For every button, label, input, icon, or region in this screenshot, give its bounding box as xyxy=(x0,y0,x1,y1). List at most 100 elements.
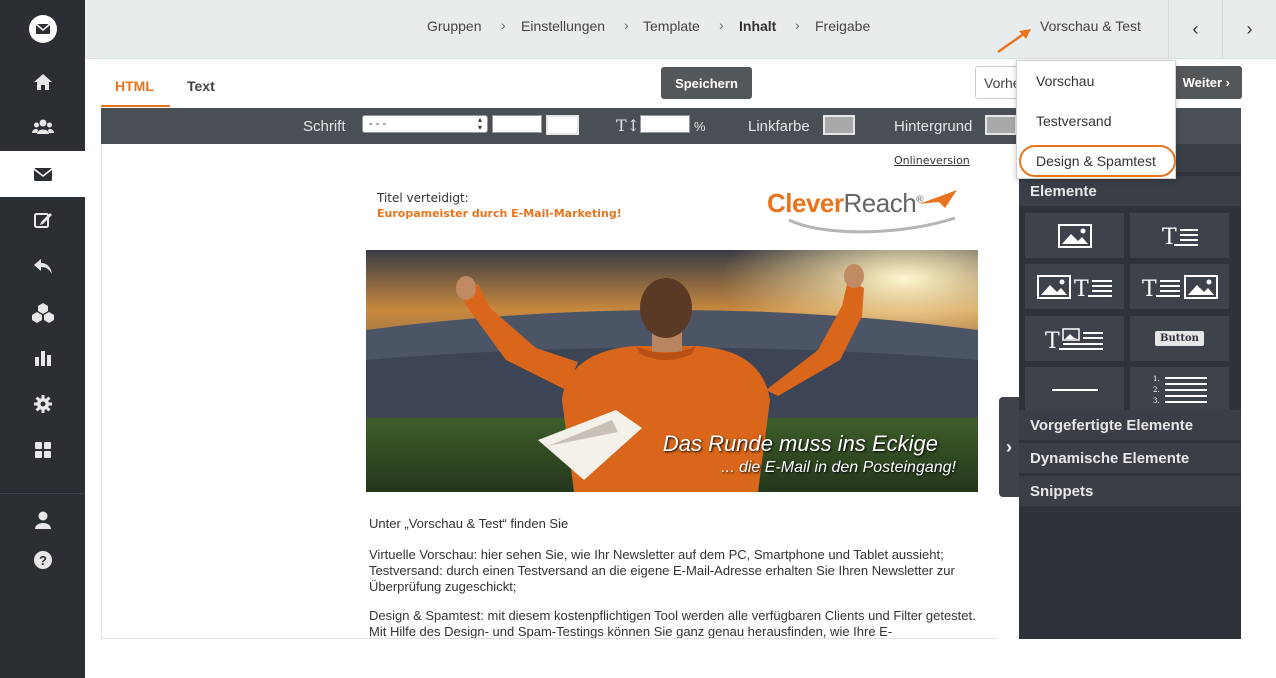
tile-button-block[interactable]: Button xyxy=(1130,316,1229,361)
tile-text-image-block[interactable]: T xyxy=(1130,264,1229,309)
breadcrumb: Gruppen › Einstellungen › Template › Inh… xyxy=(85,0,1276,59)
font-color-input[interactable] xyxy=(492,115,542,133)
prebuilt-elements-heading[interactable]: Vorgefertigte Elemente xyxy=(1019,410,1241,440)
background-label: Hintergrund xyxy=(894,118,973,135)
tile-image-block[interactable] xyxy=(1025,213,1124,258)
breadcrumb-separator: › xyxy=(624,17,629,33)
svg-text:T: T xyxy=(1045,329,1060,352)
tab-text[interactable]: Text xyxy=(187,78,215,94)
breadcrumb-separator: › xyxy=(719,17,724,33)
breadcrumb-step-einstellungen[interactable]: Einstellungen xyxy=(521,18,605,34)
logo-clever-text: Clever xyxy=(767,188,844,218)
preview-test-dropdown: Vorschau Testversand Design & Spamtest xyxy=(1016,60,1176,179)
snippets-heading[interactable]: Snippets xyxy=(1019,476,1241,506)
text-block-icon: T xyxy=(1162,225,1198,248)
sidebar-item-settings[interactable] xyxy=(0,381,85,427)
tab-html-underline xyxy=(101,105,170,107)
email-paragraph-2[interactable]: Virtuelle Vorschau: hier sehen Sie, wie … xyxy=(369,547,994,595)
svg-text:T: T xyxy=(1142,277,1157,300)
next-step-button[interactable]: › xyxy=(1222,0,1276,59)
font-label: Schrift xyxy=(303,118,346,135)
reply-icon xyxy=(33,259,52,274)
email-paragraph-1[interactable]: Unter „Vorschau & Test“ finden Sie xyxy=(369,516,994,532)
sidebar-item-mailings[interactable] xyxy=(0,151,85,197)
chevron-right-icon: › xyxy=(1006,436,1012,457)
dropdown-item-testversand[interactable]: Testversand xyxy=(1036,113,1111,129)
chevron-right-icon: › xyxy=(1246,19,1253,39)
sidebar-item-help[interactable]: ? xyxy=(0,537,85,583)
list-number: 2. xyxy=(1153,386,1160,394)
tab-html[interactable]: HTML xyxy=(115,78,154,94)
sidebar-divider xyxy=(0,493,85,494)
annotation-arrow-icon xyxy=(997,29,1031,54)
email-header-subtitle[interactable]: Europameister durch E-Mail-Marketing! xyxy=(377,207,622,220)
app-root: ? Gruppen › Einstellungen › Template › I… xyxy=(0,0,1276,678)
sidebar-item-dashboard[interactable] xyxy=(0,427,85,473)
sidebar-item-contacts[interactable] xyxy=(0,104,85,150)
users-icon xyxy=(31,119,54,134)
tile-list-block[interactable]: 1. 2. 3. xyxy=(1130,367,1229,412)
dropdown-item-vorschau[interactable]: Vorschau xyxy=(1036,73,1094,89)
save-button[interactable]: Speichern xyxy=(661,67,752,99)
help-icon: ? xyxy=(33,551,52,569)
hero-image[interactable]: Das Runde muss ins Eckige ... die E-Mail… xyxy=(366,250,978,492)
text-image-block-icon: T xyxy=(1142,274,1218,300)
button-block-label: Button xyxy=(1155,331,1204,346)
breadcrumb-step-inhalt[interactable]: Inhalt xyxy=(739,18,776,34)
sidebar-item-editor[interactable] xyxy=(0,197,85,243)
sidebar-item-integrations[interactable] xyxy=(0,289,85,335)
tile-text-block[interactable]: T xyxy=(1130,213,1229,258)
list-number: 3. xyxy=(1153,397,1160,405)
svg-text:T: T xyxy=(1074,277,1089,300)
hero-caption-2: ... die E-Mail in den Posteingang! xyxy=(721,459,956,476)
percent-label: % xyxy=(694,119,706,134)
edit-icon xyxy=(33,213,52,228)
dropdown-item-design-spamtest[interactable]: Design & Spamtest xyxy=(1036,153,1156,169)
background-swatch[interactable] xyxy=(985,115,1017,135)
email-canvas[interactable]: Onlineversion Titel verteidigt: Europame… xyxy=(101,144,997,639)
font-size-input[interactable] xyxy=(640,115,690,133)
mail-logo-icon xyxy=(28,15,57,43)
image-text-block-icon: T xyxy=(1036,274,1112,300)
grid-icon xyxy=(34,442,51,458)
tile-divider-block[interactable] xyxy=(1025,367,1124,412)
logo-swoosh-icon xyxy=(788,216,956,234)
dynamic-elements-heading[interactable]: Dynamische Elemente xyxy=(1019,443,1241,473)
email-header-title[interactable]: Titel verteidigt: xyxy=(377,191,469,205)
elements-heading[interactable]: Elemente xyxy=(1019,176,1241,206)
tile-text-with-image-block[interactable]: T xyxy=(1025,316,1124,361)
online-version-link[interactable]: Onlineversion xyxy=(894,154,970,167)
text-with-image-block-icon: T xyxy=(1045,327,1103,352)
sidebar-item-reports[interactable] xyxy=(0,335,85,381)
text-size-icon: T↕ xyxy=(616,116,641,135)
breadcrumb-step-freigabe[interactable]: Freigabe xyxy=(815,18,870,34)
breadcrumb-separator: › xyxy=(795,17,800,33)
tile-image-text-block[interactable]: T xyxy=(1025,264,1124,309)
logo-plane-icon xyxy=(919,190,957,208)
linkcolor-swatch[interactable] xyxy=(823,115,855,135)
font-select[interactable]: - - - xyxy=(362,115,488,133)
chevron-left-icon: ‹ xyxy=(1192,19,1199,39)
divider-block-icon xyxy=(1051,388,1098,391)
breadcrumb-step-template[interactable]: Template xyxy=(643,18,700,34)
home-icon xyxy=(33,74,52,90)
bar-chart-icon xyxy=(34,351,51,366)
sidebar-item-home[interactable] xyxy=(0,59,85,105)
linkcolor-label: Linkfarbe xyxy=(748,118,810,135)
svg-text:?: ? xyxy=(39,553,47,568)
logo-reach-text: Reach xyxy=(843,188,917,218)
sidebar-item-autoresponder[interactable] xyxy=(0,243,85,289)
cubes-icon xyxy=(31,303,54,323)
list-block-icon: 1. 2. 3. xyxy=(1153,375,1207,405)
cleverreach-logo[interactable]: CleverReach® xyxy=(767,188,962,234)
email-paragraph-3[interactable]: Design & Spamtest: mit diesem kostenpfli… xyxy=(369,608,994,638)
breadcrumb-step-gruppen[interactable]: Gruppen xyxy=(427,18,481,34)
font-color-swatch[interactable] xyxy=(546,115,579,135)
preview-test-menu[interactable]: Vorschau & Test xyxy=(1040,18,1141,34)
prev-step-button[interactable]: ‹ xyxy=(1168,0,1222,59)
image-block-icon xyxy=(1057,223,1092,248)
panel-toggle-button[interactable]: › xyxy=(999,397,1019,497)
user-icon xyxy=(34,511,51,529)
gear-icon xyxy=(33,395,52,413)
sidebar-item-logo[interactable] xyxy=(0,6,85,52)
